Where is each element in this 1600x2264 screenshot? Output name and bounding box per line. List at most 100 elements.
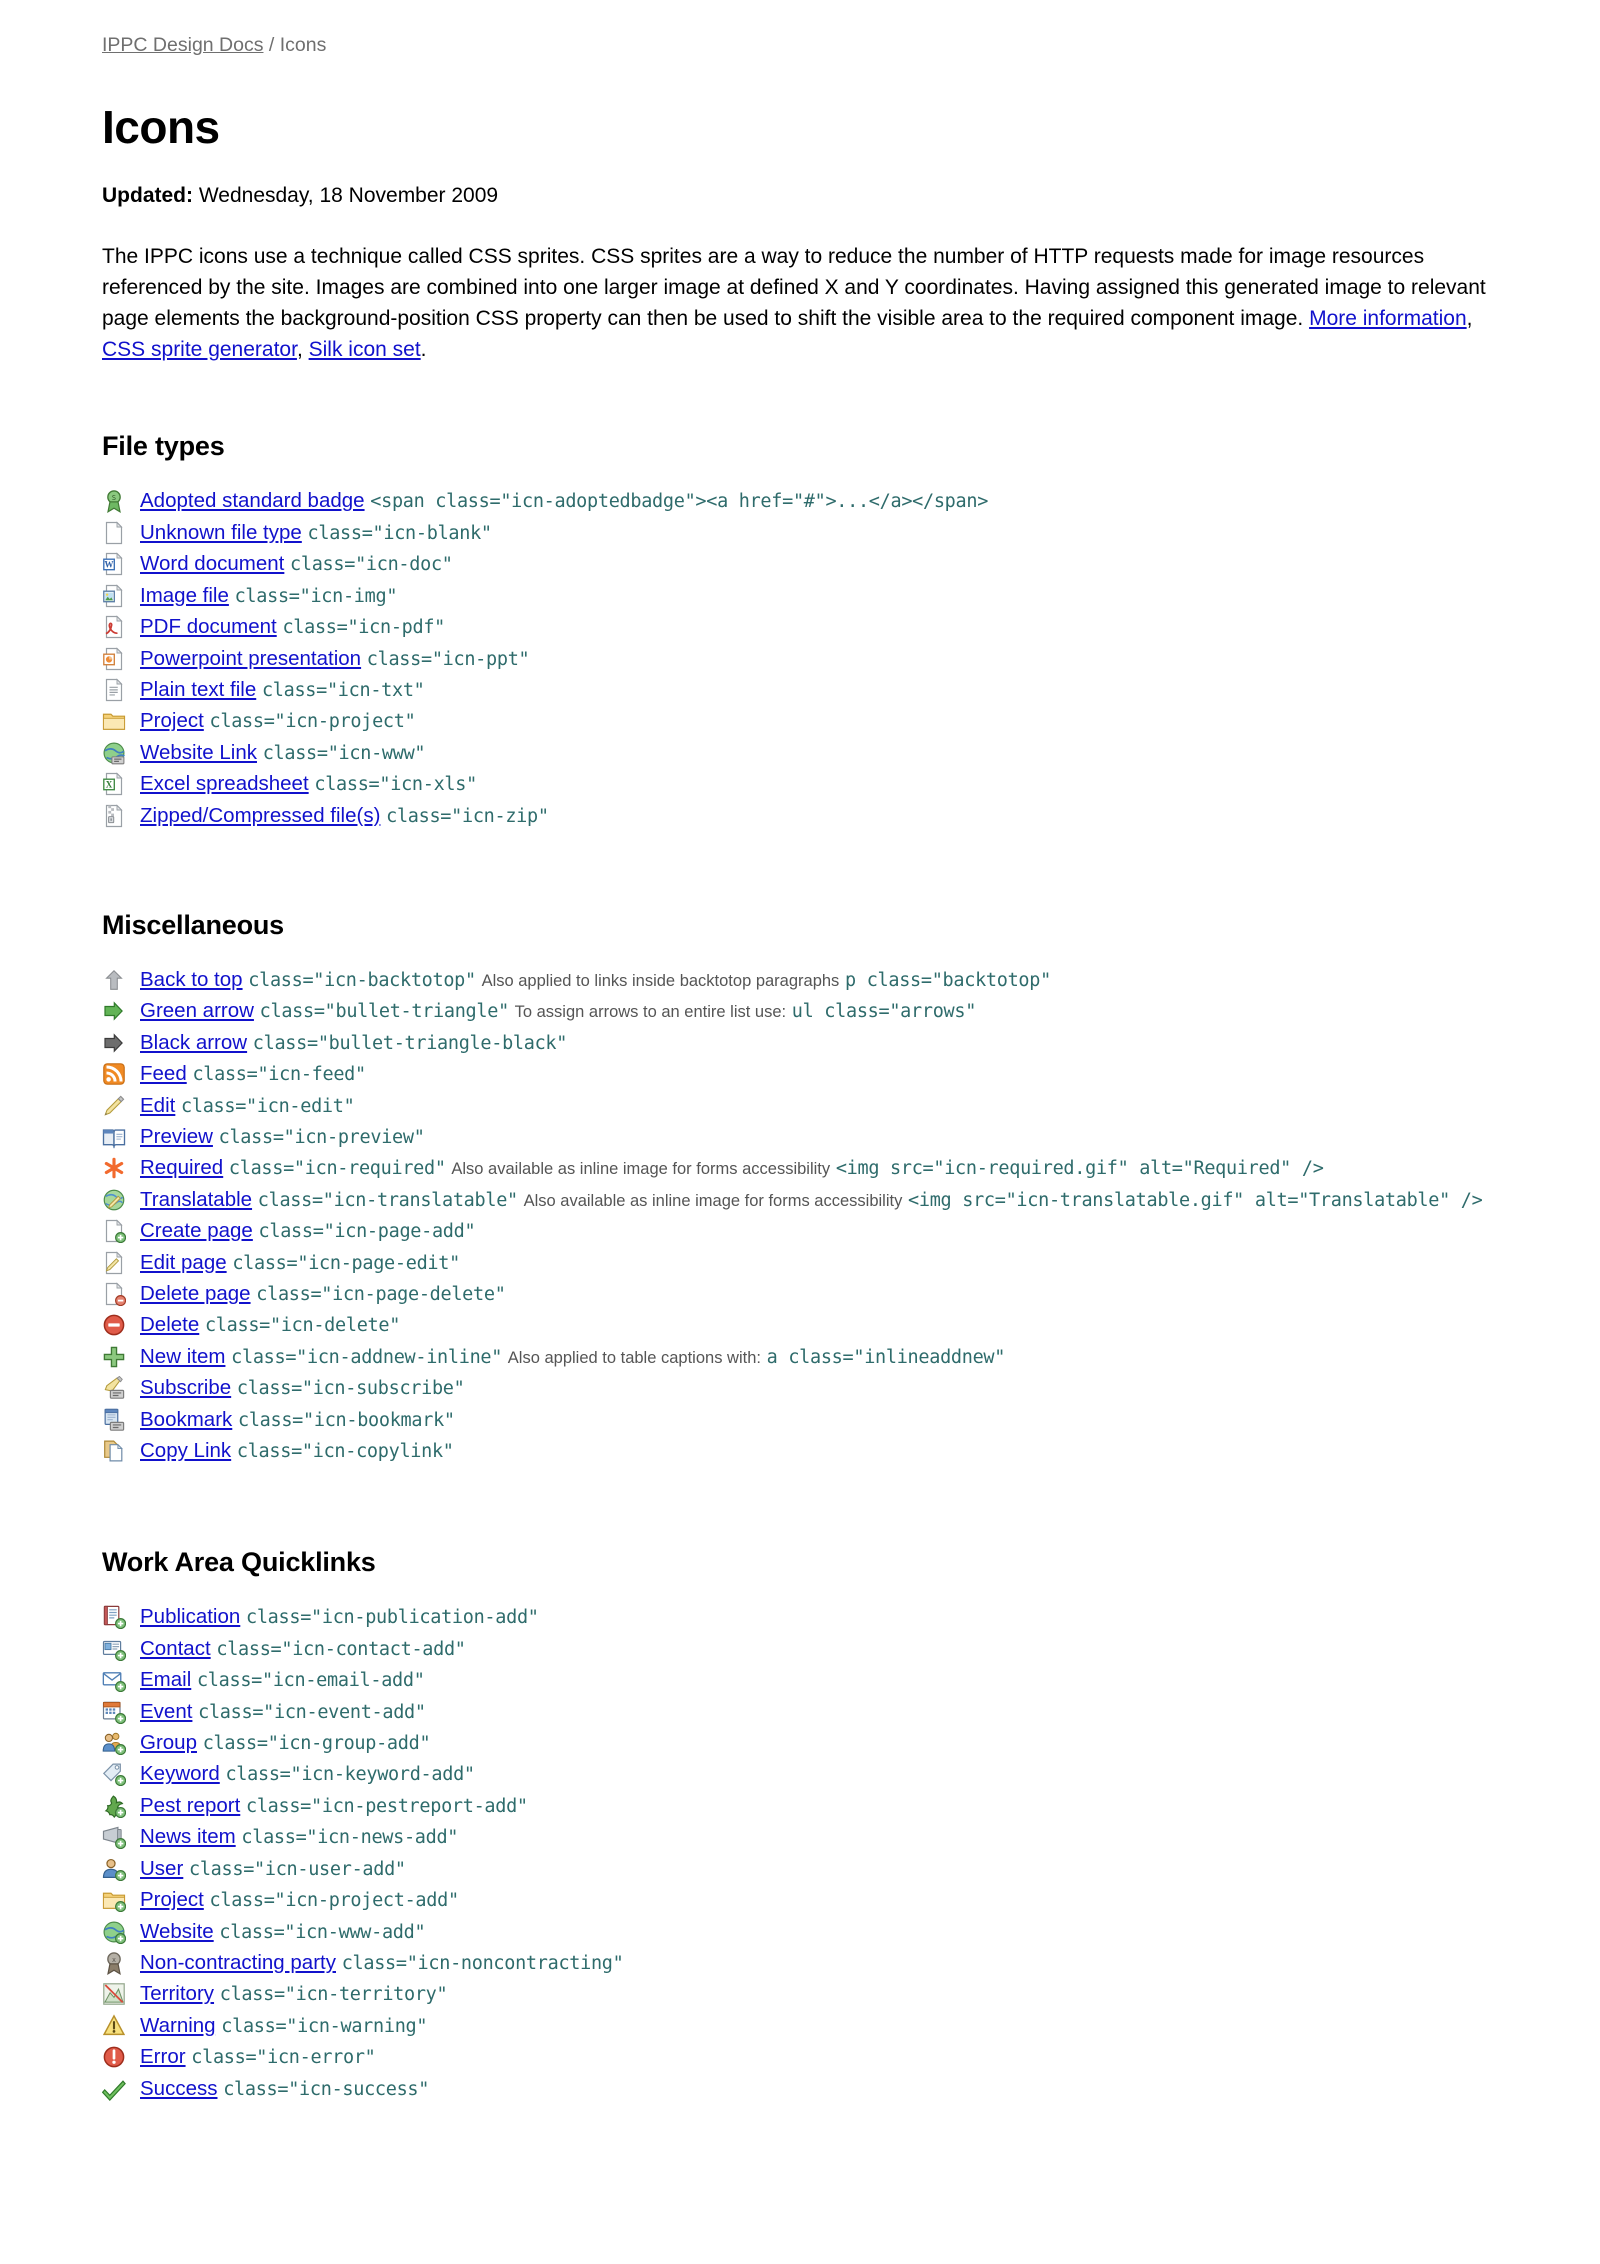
translatable-icon bbox=[102, 1188, 126, 1212]
icon-item-link[interactable]: Unknown file type bbox=[140, 521, 302, 544]
icon-item-link[interactable]: Image file bbox=[140, 584, 229, 607]
icon-item-link[interactable]: Feed bbox=[140, 1062, 187, 1085]
group-add-icon bbox=[102, 1731, 126, 1756]
intro-sep-1: , bbox=[1466, 306, 1473, 330]
icon-list-item: Unknown file type class="icn-blank" bbox=[102, 518, 1500, 549]
icon-item-link[interactable]: Error bbox=[140, 2045, 186, 2068]
www-add-icon bbox=[102, 1920, 126, 1944]
page-title: Icons bbox=[102, 101, 220, 154]
icon-list-item: Email class="icn-email-add" bbox=[102, 1665, 1500, 1696]
icon-item-link[interactable]: Email bbox=[140, 1668, 191, 1691]
icon-class-code: class="icn-delete" bbox=[204, 1315, 401, 1337]
updated-line: Updated: Wednesday, 18 November 2009 bbox=[102, 182, 1500, 210]
icon-list-item: Image file class="icn-img" bbox=[102, 581, 1500, 612]
icon-item-link[interactable]: Adopted standard badge bbox=[140, 489, 365, 512]
icon-item-link[interactable]: Warning bbox=[140, 2014, 216, 2037]
css-sprite-generator-link[interactable]: CSS sprite generator bbox=[102, 338, 297, 361]
icon-list-item: New item class="icn-addnew-inline" Also … bbox=[102, 1342, 1500, 1373]
icon-class-code: class="icn-zip" bbox=[386, 805, 549, 827]
icon-item-link[interactable]: Green arrow bbox=[140, 999, 254, 1022]
addnew-inline-icon bbox=[102, 1345, 126, 1369]
icon-item-link[interactable]: News item bbox=[140, 1825, 236, 1848]
icon-list-item: Pest report class="icn-pestreport-add" bbox=[102, 1791, 1500, 1822]
backtotop-arrow-icon bbox=[102, 968, 126, 992]
success-icon bbox=[102, 2077, 126, 2101]
green-arrow-icon bbox=[102, 999, 126, 1023]
icon-class-code: <span class="icn-adoptedbadge"><a href="… bbox=[370, 491, 989, 513]
icon-item-link[interactable]: Black arrow bbox=[140, 1031, 247, 1054]
icon-class-code: class="bullet-triangle-black" bbox=[252, 1032, 568, 1054]
blank-file-icon bbox=[102, 521, 126, 545]
icon-item-link[interactable]: Create page bbox=[140, 1219, 253, 1242]
icon-item-link[interactable]: Back to top bbox=[140, 968, 243, 991]
icon-item-link[interactable]: Plain text file bbox=[140, 678, 256, 701]
icon-class-code: class="icn-page-add" bbox=[258, 1221, 476, 1243]
icon-item-link[interactable]: Contact bbox=[140, 1637, 211, 1660]
publication-add-icon bbox=[102, 1605, 126, 1630]
icon-list-item: Plain text file class="icn-txt" bbox=[102, 675, 1500, 706]
icon-item-link[interactable]: Publication bbox=[140, 1605, 240, 1628]
icon-item-link[interactable]: Website Link bbox=[140, 741, 257, 764]
icon-item-link[interactable]: Word document bbox=[140, 552, 284, 575]
icon-usage-code: p class="backtotop" bbox=[845, 969, 1051, 991]
page-edit-icon bbox=[102, 1251, 126, 1275]
excel-spreadsheet-icon: X bbox=[102, 772, 126, 796]
icon-list-work-area-quicklinks: Publication class="icn-publication-add" C… bbox=[102, 1602, 1500, 2105]
icon-item-link[interactable]: New item bbox=[140, 1345, 225, 1368]
silk-icon-set-link[interactable]: Silk icon set bbox=[309, 338, 421, 361]
icon-item-link[interactable]: Pest report bbox=[140, 1794, 240, 1817]
icon-item-link[interactable]: Preview bbox=[140, 1125, 213, 1148]
icon-item-link[interactable]: PDF document bbox=[140, 615, 277, 638]
icon-item-link[interactable]: Required bbox=[140, 1156, 223, 1179]
icon-item-link[interactable]: Translatable bbox=[140, 1188, 252, 1211]
icon-list-item: Edit page class="icn-page-edit" bbox=[102, 1248, 1500, 1279]
icon-item-link[interactable]: Subscribe bbox=[140, 1376, 231, 1399]
icon-item-note: Also applied to table captions with: bbox=[507, 1348, 761, 1367]
icon-item-link[interactable]: Non-contracting party bbox=[140, 1951, 336, 1974]
icon-item-link[interactable]: Bookmark bbox=[140, 1408, 232, 1431]
icon-item-link[interactable]: User bbox=[140, 1857, 183, 1880]
icon-item-link[interactable]: Keyword bbox=[140, 1762, 220, 1785]
icon-class-code: class="icn-txt" bbox=[261, 679, 425, 701]
zip-file-icon bbox=[102, 803, 126, 828]
icon-item-link[interactable]: Delete page bbox=[140, 1282, 251, 1305]
icon-item-link[interactable]: Group bbox=[140, 1731, 197, 1754]
icon-class-code: class="icn-project-add" bbox=[209, 1890, 460, 1912]
icon-item-link[interactable]: Website bbox=[140, 1920, 214, 1943]
icon-list-item: Feed class="icn-feed" bbox=[102, 1059, 1500, 1090]
icon-list-item: Back to top class="icn-backtotop" Also a… bbox=[102, 965, 1500, 996]
icon-class-code: class="icn-keyword-add" bbox=[225, 1764, 475, 1786]
icon-list-item: Keyword class="icn-keyword-add" bbox=[102, 1759, 1500, 1790]
icon-item-link[interactable]: Edit page bbox=[140, 1251, 227, 1274]
section-title-file-types: File types bbox=[102, 431, 225, 462]
icon-item-link[interactable]: Project bbox=[140, 1888, 204, 1911]
intro-sep-2: , bbox=[296, 337, 309, 361]
pdf-document-icon bbox=[102, 615, 126, 639]
icon-item-link[interactable]: Excel spreadsheet bbox=[140, 772, 309, 795]
icon-item-link[interactable]: Copy Link bbox=[140, 1439, 231, 1462]
icon-class-code: class="icn-publication-add" bbox=[246, 1607, 539, 1629]
icon-item-link[interactable]: Delete bbox=[140, 1313, 199, 1336]
icon-item-link[interactable]: Powerpoint presentation bbox=[140, 647, 361, 670]
more-information-link[interactable]: More information bbox=[1309, 307, 1467, 330]
section-work-area-quicklinks: Work Area Quicklinks Publication class="i… bbox=[102, 1547, 1500, 2105]
icon-class-code: class="icn-copylink" bbox=[236, 1441, 454, 1463]
breadcrumb-current: Icons bbox=[279, 34, 327, 56]
icon-item-link[interactable]: Edit bbox=[140, 1094, 175, 1117]
icon-class-code: class="icn-email-add" bbox=[196, 1670, 425, 1692]
icon-item-link[interactable]: Project bbox=[140, 709, 204, 732]
page-delete-icon bbox=[102, 1282, 126, 1306]
icon-item-link[interactable]: Success bbox=[140, 2077, 217, 2100]
icon-item-link[interactable]: Zipped/Compressed file(s) bbox=[140, 804, 380, 827]
icon-list-item: Project class="icn-project-add" bbox=[102, 1885, 1500, 1916]
icon-item-note: Also available as inline image for forms… bbox=[523, 1191, 903, 1210]
error-icon bbox=[102, 2045, 126, 2069]
icon-class-code: class="icn-success" bbox=[223, 2078, 430, 2100]
icon-class-code: class="icn-xls" bbox=[314, 774, 477, 796]
icon-item-link[interactable]: Event bbox=[140, 1700, 192, 1723]
breadcrumb-link-parent[interactable]: IPPC Design Docs bbox=[102, 34, 263, 56]
icon-usage-code: ul class="arrows" bbox=[791, 1001, 977, 1023]
icon-usage-code: a class="inlineaddnew" bbox=[766, 1346, 1006, 1368]
news-add-icon bbox=[102, 1825, 126, 1850]
icon-item-link[interactable]: Territory bbox=[140, 1982, 214, 2005]
